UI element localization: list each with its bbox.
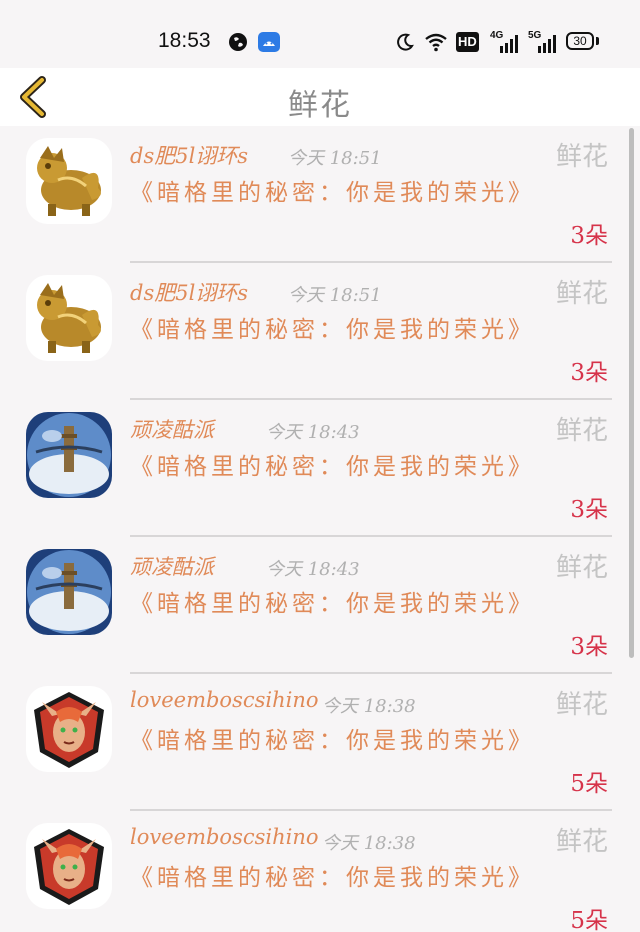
battery-tip	[596, 37, 599, 45]
gift-message: 《暗格里的秘密：你是我的荣光》	[130, 180, 535, 206]
signal-4g-icon: 4G	[490, 30, 520, 54]
moon-icon	[397, 33, 414, 51]
gift-message: 《暗格里的秘密：你是我的荣光》	[130, 454, 535, 480]
timestamp: 今天 18:38	[322, 833, 416, 854]
app-icon	[258, 32, 280, 52]
gift-count: 3朵	[570, 223, 608, 249]
gift-count: 3朵	[570, 634, 608, 660]
nav-bar: 鲜花	[0, 68, 640, 126]
gift-type-label: 鲜花	[555, 690, 608, 720]
gift-message: 《暗格里的秘密：你是我的荣光》	[130, 865, 535, 891]
signal-5g-icon: 5G	[528, 30, 558, 54]
list-item[interactable]: 顽凌酤派 今天 18:43 鲜花 《暗格里的秘密：你是我的荣光》 3朵	[0, 400, 640, 537]
username[interactable]: 顽凌酤派	[130, 551, 214, 581]
golden-dragon-avatar[interactable]	[26, 275, 112, 361]
scrollbar[interactable]	[629, 128, 634, 658]
gift-type-label: 鲜花	[555, 142, 608, 172]
gift-type-label: 鲜花	[555, 279, 608, 309]
gift-type-label: 鲜花	[555, 416, 608, 446]
battery-icon: 30	[566, 32, 594, 50]
status-bar: 18:53 HD 4G 5G 30	[0, 0, 640, 68]
username[interactable]: 顽凌酤派	[130, 414, 214, 444]
timestamp: 今天 18:38	[322, 696, 416, 717]
list-item[interactable]: loveemboscsihino 今天 18:38 鲜花 《暗格里的秘密：你是我…	[0, 674, 640, 811]
wifi-icon	[425, 33, 447, 52]
gift-count: 3朵	[570, 360, 608, 386]
timestamp: 今天 18:51	[288, 285, 382, 306]
timestamp: 今天 18:43	[266, 559, 360, 580]
status-time: 18:53	[158, 29, 211, 52]
gift-count: 3朵	[570, 497, 608, 523]
red-warrior-avatar[interactable]	[26, 823, 112, 909]
page-title: 鲜花	[288, 88, 352, 123]
list-item[interactable]: ds肥5l诩环s 今天 18:51 鲜花 《暗格里的秘密：你是我的荣光》 3朵	[0, 126, 640, 263]
username[interactable]: loveemboscsihino	[130, 688, 319, 712]
crystal-ball-avatar[interactable]	[26, 549, 112, 635]
gift-count: 5朵	[570, 771, 608, 797]
gift-message: 《暗格里的秘密：你是我的荣光》	[130, 728, 535, 754]
gift-count: 5朵	[570, 908, 608, 932]
username[interactable]: loveemboscsihino	[130, 825, 319, 849]
username[interactable]: ds肥5l诩环s	[130, 140, 248, 170]
gift-type-label: 鲜花	[555, 827, 608, 857]
gift-type-label: 鲜花	[555, 553, 608, 583]
timestamp: 今天 18:51	[288, 148, 382, 169]
username[interactable]: ds肥5l诩环s	[130, 277, 248, 307]
gift-message: 《暗格里的秘密：你是我的荣光》	[130, 591, 535, 617]
crystal-ball-avatar[interactable]	[26, 412, 112, 498]
timestamp: 今天 18:43	[266, 422, 360, 443]
globe-icon	[229, 33, 247, 51]
list-item[interactable]: loveemboscsihino 今天 18:38 鲜花 《暗格里的秘密：你是我…	[0, 811, 640, 932]
golden-dragon-avatar[interactable]	[26, 138, 112, 224]
red-warrior-avatar[interactable]	[26, 686, 112, 772]
hd-icon: HD	[456, 32, 479, 52]
list-item[interactable]: 顽凌酤派 今天 18:43 鲜花 《暗格里的秘密：你是我的荣光》 3朵	[0, 537, 640, 674]
gift-list[interactable]: ds肥5l诩环s 今天 18:51 鲜花 《暗格里的秘密：你是我的荣光》 3朵 …	[0, 126, 640, 932]
gift-message: 《暗格里的秘密：你是我的荣光》	[130, 317, 535, 343]
battery-level: 30	[573, 34, 587, 48]
list-item[interactable]: ds肥5l诩环s 今天 18:51 鲜花 《暗格里的秘密：你是我的荣光》 3朵	[0, 263, 640, 400]
